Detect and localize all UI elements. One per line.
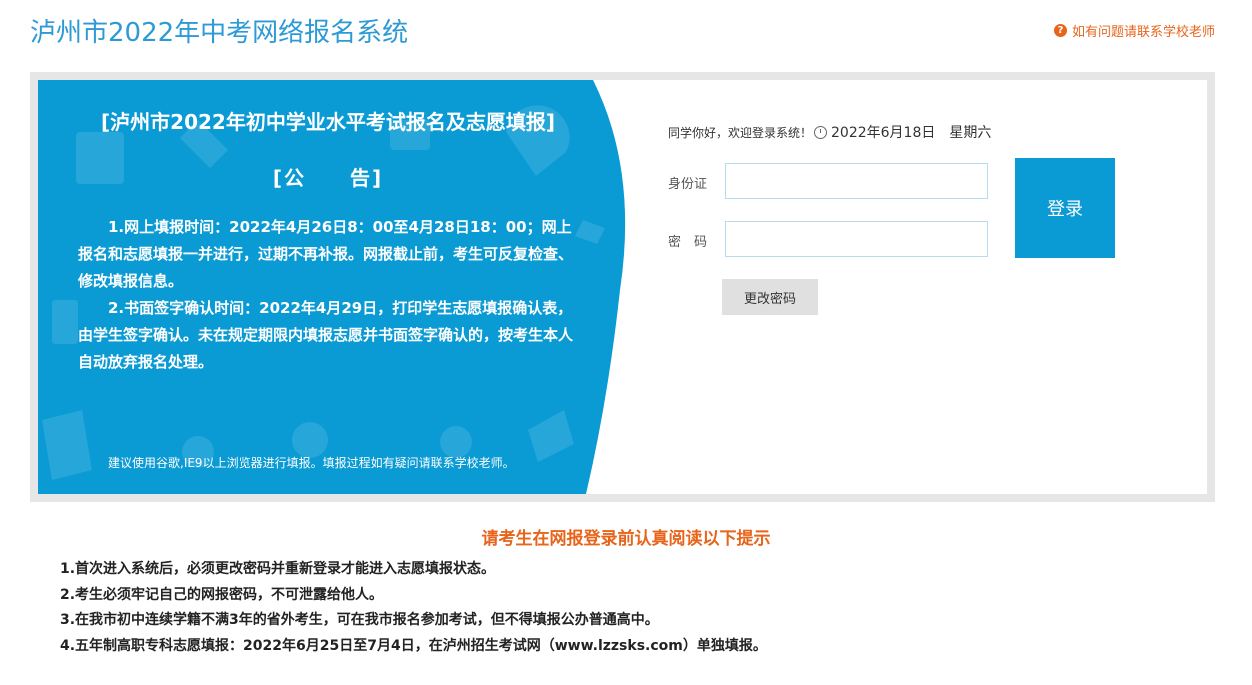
main-frame-inner: [泸州市2022年初中学业水平考试报名及志愿填报] [公 告] 1.网上填报时间… [38,80,1207,494]
tips-title: 请考生在网报登录前认真阅读以下提示 [481,529,771,549]
notice-title: [泸州市2022年初中学业水平考试报名及志愿填报] [101,110,555,134]
notice-body: 1.网上填报时间：2022年4月26日8：00至4月28日18：00；网上报名和… [78,214,578,376]
notice-footer: 建议使用谷歌,IE9以上浏览器进行填报。填报过程如有疑问请联系学校老师。 [108,456,515,470]
change-password-button[interactable]: 更改密码 [722,279,818,315]
notice-panel: [泸州市2022年初中学业水平考试报名及志愿填报] [公 告] 1.网上填报时间… [38,80,638,494]
id-label: 身份证 [668,177,708,192]
greeting-line: 同学你好，欢迎登录系统！ 2022年6月18日 星期六 [668,122,991,142]
notice-subtitle: [公 告] [272,166,384,190]
main-frame: [泸州市2022年初中学业水平考试报名及志愿填报] [公 告] 1.网上填报时间… [30,72,1215,502]
help-link-label: 如有问题请联系学校老师 [1071,25,1215,40]
help-link[interactable]: ? 如有问题请联系学校老师 [1053,21,1215,40]
tips-list: 1.首次进入系统后，必须更改密码并重新登录才能进入志愿填报状态。 2.考生必须牢… [60,557,1210,659]
login-button[interactable]: 登录 [1015,158,1115,258]
password-label: 密 码 [668,235,708,250]
greeting-text: 同学你好，欢迎登录系统！ [668,125,813,140]
tip-item: 3.在我市初中连续学籍不满3年的省外考生，可在我市报名参加考试，但不得填报公办普… [60,612,659,628]
question-icon: ? [1053,24,1067,37]
clock-icon [814,125,828,139]
password-input[interactable] [725,221,988,257]
notebook-icon [52,300,78,344]
tip-item: 1.首次进入系统后，必须更改密码并重新登录才能进入志愿填报状态。 [60,561,496,577]
id-input[interactable] [725,163,988,199]
tip-item: 4.五年制高职专科志愿填报：2022年6月25日至7月4日，在泸州招生考试网（w… [60,637,767,654]
current-date: 2022年6月18日 [831,125,936,141]
tip-item: 2.考生必须牢记自己的网报密码，不可泄露给他人。 [60,586,384,603]
globe-icon [292,422,328,458]
notice-paragraph: 2.书面签字确认时间：2022年4月29日，打印学生志愿填报确认表，由学生签字确… [78,299,574,371]
current-weekday: 星期六 [949,125,992,141]
page-title: 泸州市2022年中考网络报名系统 [30,18,409,48]
notice-paragraph: 1.网上填报时间：2022年4月26日8：00至4月28日18：00；网上报名和… [78,218,574,290]
